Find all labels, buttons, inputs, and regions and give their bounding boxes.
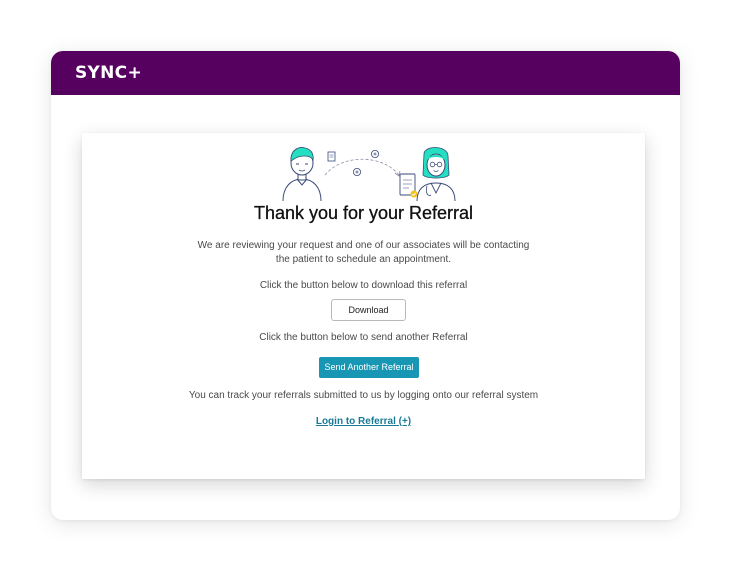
send-another-referral-button[interactable]: Send Another Referral [319, 357, 419, 378]
patient-figure-icon [282, 147, 322, 202]
referral-confirmation-card: Thank you for your Referral We are revie… [82, 133, 645, 479]
app-header: SYNC+ [51, 51, 680, 95]
login-to-referral-link[interactable]: Login to Referral (+) [82, 415, 645, 429]
confirmation-title: Thank you for your Referral [253, 203, 474, 223]
send-prompt: Click the button below to send another R… [259, 332, 468, 343]
app-window: SYNC+ Thank you for your Referral We are… [51, 51, 680, 520]
referral-illustration-icon [282, 147, 456, 202]
doctor-figure-icon [416, 147, 456, 202]
review-message-line: the patient to schedule an appointment. [275, 254, 452, 265]
review-message-line: We are reviewing your request and one of… [197, 240, 530, 251]
download-button[interactable]: Download [331, 299, 406, 321]
brand-logo[interactable]: SYNC+ [75, 62, 142, 84]
download-prompt: Click the button below to download this … [259, 280, 468, 291]
review-message: We are reviewing your request and one of… [82, 239, 645, 267]
track-message: You can track your referrals submitted t… [188, 390, 539, 401]
